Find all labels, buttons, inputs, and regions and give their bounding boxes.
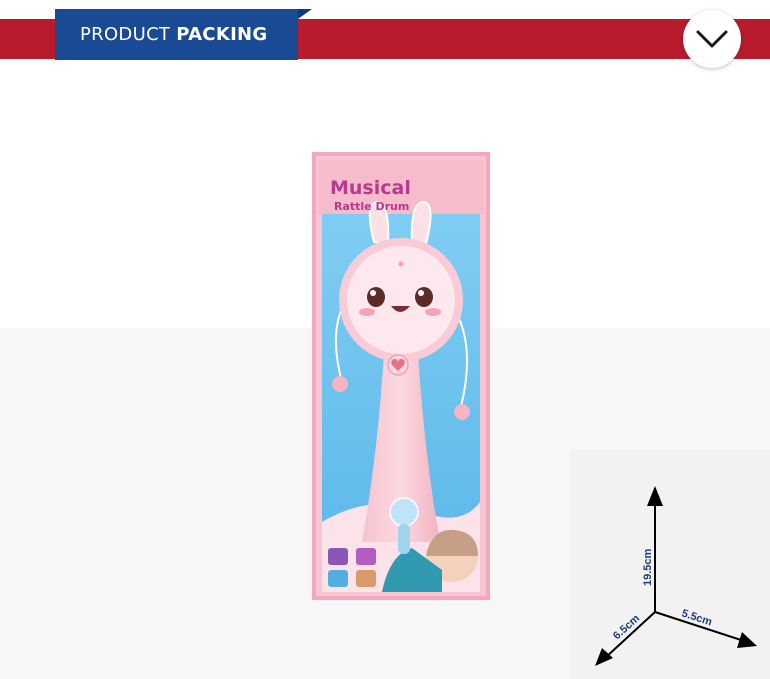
box-title-line1: Musical — [330, 177, 411, 199]
section-title-light: PRODUCT — [80, 24, 171, 45]
dimension-diagram: 19.5cm 5.5cm 6.5cm — [595, 486, 757, 666]
tab-fold — [298, 9, 312, 19]
chevron-down-icon — [696, 30, 728, 48]
product-box-image: Musical Rattle Drum — [312, 152, 490, 600]
dim-height-label: 19.5cm — [642, 548, 654, 586]
section-title-bold: PACKING — [176, 24, 268, 45]
box-title-line2: Rattle Drum — [334, 200, 409, 213]
collapse-toggle-button[interactable] — [683, 10, 741, 68]
section-title-tab: PRODUCT PACKING — [55, 9, 298, 60]
